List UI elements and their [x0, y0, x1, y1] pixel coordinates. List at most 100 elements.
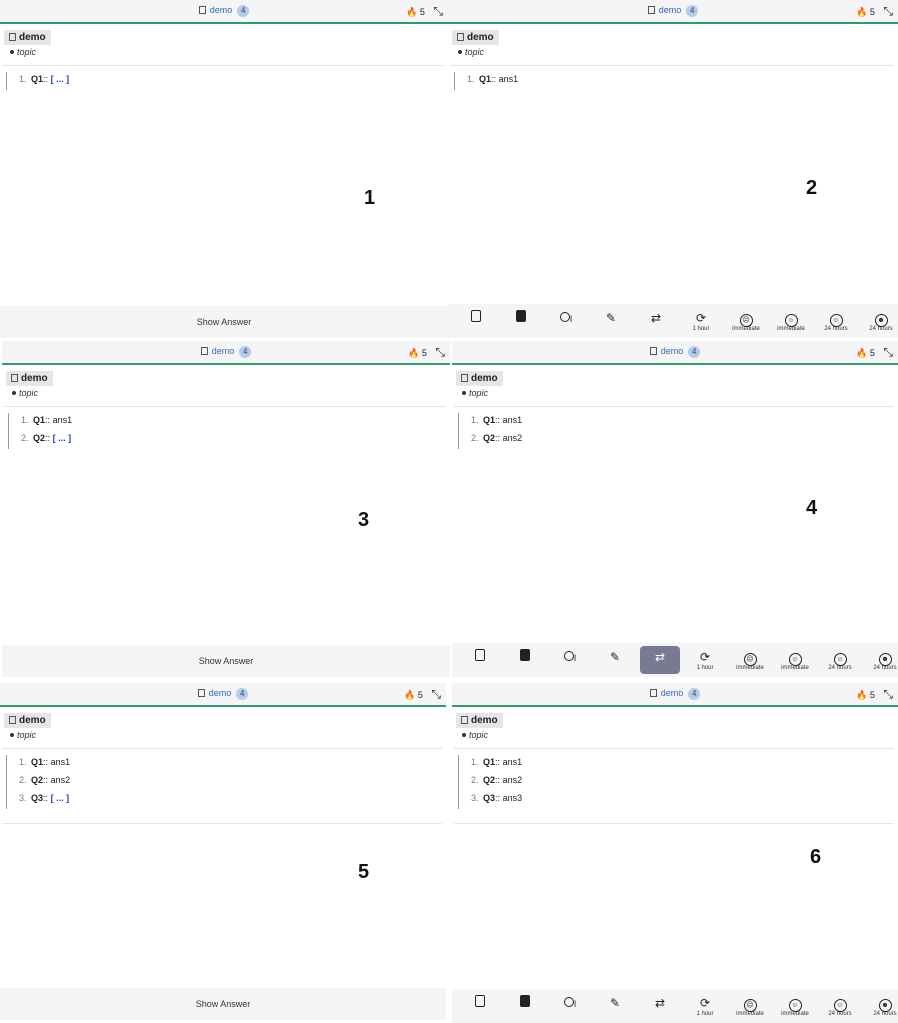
fire-icon: 🔥 [408, 348, 420, 358]
item-separator: :: [495, 415, 501, 425]
easy-button[interactable]: ☺ 24 hours [820, 992, 860, 1020]
good-button[interactable]: ☺ immediate [771, 307, 811, 335]
answer-text: ans2 [50, 775, 71, 785]
deck-selector[interactable]: demo 4 [2, 346, 450, 358]
question-list: 1. Q1:: ans1 2. Q2:: ans2 3. Q3:: [ ... … [6, 755, 70, 809]
cloze-placeholder[interactable]: [ ... ] [51, 74, 70, 84]
button-caption: 24 hours [824, 326, 848, 332]
collapse-icon[interactable]: ⤡ [883, 4, 893, 18]
button-caption: 1 hour [696, 1011, 714, 1017]
note-title[interactable]: demo [6, 371, 53, 386]
list-item: 1. Q1:: ans1 [467, 72, 518, 90]
collapse-icon[interactable]: ⤡ [433, 4, 443, 18]
edit-button[interactable]: ✎ [595, 646, 635, 674]
smile-face-icon: ☺ [820, 995, 860, 1012]
schedule-button[interactable]: ǀ [550, 992, 590, 1020]
divider [454, 748, 894, 749]
swap-button[interactable]: ⇄ [636, 307, 676, 335]
edit-button[interactable]: ✎ [591, 307, 631, 335]
divider [4, 406, 446, 407]
deck-name[interactable]: demo [210, 5, 233, 15]
show-answer-button[interactable]: Show Answer [0, 988, 446, 1020]
review-toolbar: ǀ ✎ ⇄ ⟳ 1 hour ☹ immediate ☺ immediate ☺… [448, 304, 898, 338]
perfect-button[interactable]: ☻ 24 hours [865, 646, 898, 674]
again-button[interactable]: ⟳ 1 hour [685, 646, 725, 674]
bullet-icon [10, 733, 14, 737]
question-label: Q1 [31, 74, 44, 84]
cards-button[interactable] [505, 646, 545, 674]
perfect-button[interactable]: ☻ 24 hours [861, 307, 898, 335]
again-button[interactable]: ⟳ 1 hour [681, 307, 721, 335]
perfect-button[interactable]: ☻ 24 hours [865, 992, 898, 1020]
item-separator: :: [43, 74, 49, 84]
question-label: Q1 [479, 74, 492, 84]
copy-card-icon [460, 649, 500, 665]
note-title[interactable]: demo [456, 713, 503, 728]
note-title[interactable]: demo [456, 371, 503, 386]
schedule-button[interactable]: ǀ [546, 307, 586, 335]
copy-button[interactable] [456, 307, 496, 335]
deck-selector[interactable]: demo 4 [0, 5, 448, 17]
show-answer-button[interactable]: Show Answer [2, 645, 450, 677]
item-separator: :: [495, 757, 501, 767]
item-number: 3. [471, 793, 479, 803]
question-label: Q2 [31, 775, 44, 785]
header-tools: 🔥 5 ⤡ [856, 345, 893, 360]
clock-info-icon: ǀ [546, 310, 586, 326]
note-title-text: demo [471, 373, 498, 384]
swap-button[interactable]: ⇄ [640, 646, 680, 674]
again-button[interactable]: ⟳ 1 hour [685, 992, 725, 1020]
file-icon [197, 689, 205, 697]
item-separator: :: [495, 793, 501, 803]
deck-selector[interactable]: demo 4 [452, 346, 898, 358]
divider [2, 823, 442, 824]
neutral-face-icon: ☺ [775, 649, 815, 666]
refresh-icon: ⟳ [699, 650, 711, 664]
hard-button[interactable]: ☹ immediate [730, 992, 770, 1020]
cloze-placeholder[interactable]: [ ... ] [51, 793, 70, 803]
fire-icon: 🔥 [856, 348, 868, 358]
edit-button[interactable]: ✎ [595, 992, 635, 1020]
step-number: 3 [358, 509, 370, 531]
easy-button[interactable]: ☺ 24 hours [820, 646, 860, 674]
collapse-icon[interactable]: ⤡ [883, 687, 893, 701]
deck-selector[interactable]: demo 4 [452, 688, 898, 700]
cards-button[interactable] [501, 307, 541, 335]
deck-name[interactable]: demo [212, 346, 235, 356]
deck-name[interactable]: demo [661, 688, 684, 698]
swap-button[interactable]: ⇄ [640, 992, 680, 1020]
collapse-icon[interactable]: ⤡ [435, 345, 445, 359]
collapse-icon[interactable]: ⤡ [431, 687, 441, 701]
cloze-placeholder[interactable]: [ ... ] [53, 433, 72, 443]
copy-button[interactable] [460, 992, 500, 1020]
fire-icon: 🔥 [404, 690, 416, 700]
hard-button[interactable]: ☹ immediate [730, 646, 770, 674]
answer-text: ans1 [498, 74, 519, 84]
schedule-button[interactable]: ǀ [550, 646, 590, 674]
good-button[interactable]: ☺ immediate [775, 646, 815, 674]
deck-name[interactable]: demo [659, 5, 682, 15]
divider [2, 748, 442, 749]
note-title[interactable]: demo [4, 30, 51, 45]
collapse-icon[interactable]: ⤡ [883, 345, 893, 359]
easy-button[interactable]: ☺ 24 hours [816, 307, 856, 335]
hard-button[interactable]: ☹ immediate [726, 307, 766, 335]
note-title[interactable]: demo [4, 713, 51, 728]
file-icon [649, 689, 657, 697]
item-number: 3. [19, 793, 27, 803]
deck-selector[interactable]: demo 4 [0, 688, 446, 700]
copy-button[interactable] [460, 646, 500, 674]
deck-name[interactable]: demo [209, 688, 232, 698]
note-title[interactable]: demo [452, 30, 499, 45]
item-number: 1. [19, 74, 27, 84]
sad-face-icon: ☹ [730, 995, 770, 1012]
deck-selector[interactable]: demo 4 [448, 5, 898, 17]
cards-button[interactable] [505, 992, 545, 1020]
deck-name[interactable]: demo [661, 346, 684, 356]
review-panel-1: demo 4 🔥 5 ⤡ demo topic 1. Q1:: [ ... ] 1… [0, 0, 448, 338]
topic-text: topic [19, 388, 39, 398]
streak-count: 5 [419, 7, 425, 17]
deck-count-badge: 4 [686, 5, 699, 17]
good-button[interactable]: ☺ immediate [775, 992, 815, 1020]
show-answer-button[interactable]: Show Answer [0, 306, 448, 338]
